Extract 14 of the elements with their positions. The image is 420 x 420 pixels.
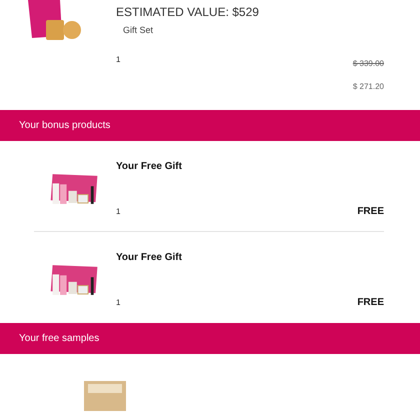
gift-name: Your Free Gift bbox=[116, 252, 183, 263]
quantity: 1 bbox=[116, 298, 120, 307]
sample-sachet-photo bbox=[84, 381, 126, 411]
section-header: Your free samples bbox=[0, 323, 420, 354]
sale-price: $ 271.20 bbox=[352, 82, 384, 91]
gift-name: Your Free Gift bbox=[116, 161, 183, 172]
original-price: $ 339.00 bbox=[352, 59, 384, 68]
estimated-value: ESTIMATED VALUE: $529 bbox=[116, 5, 260, 19]
gift-price: FREE bbox=[357, 206, 384, 217]
gift-price: FREE bbox=[357, 297, 384, 308]
product-type: Gift Set bbox=[123, 25, 154, 35]
quantity: 1 bbox=[116, 55, 120, 66]
quantity: 1 bbox=[116, 207, 120, 216]
section-header: Your bonus products bbox=[0, 110, 420, 141]
